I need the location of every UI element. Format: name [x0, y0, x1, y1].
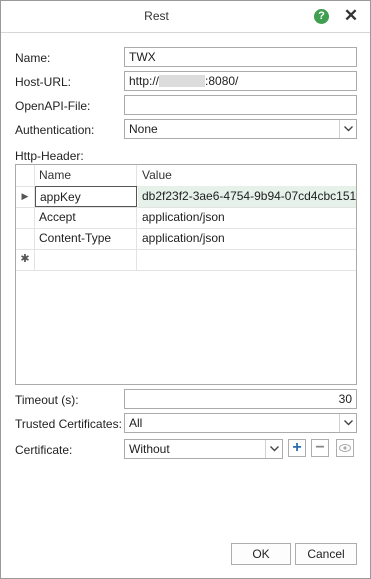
header-value-cell[interactable]: application/json	[138, 228, 356, 249]
trusted-certificates-label: Trusted Certificates:	[15, 417, 122, 431]
authentication-select[interactable]: None	[124, 119, 357, 139]
trusted-certificates-value: All	[129, 416, 143, 430]
column-header-name[interactable]: Name	[35, 165, 137, 186]
close-icon[interactable]: ✕	[341, 6, 361, 26]
cancel-button[interactable]: Cancel	[295, 543, 357, 565]
table-row[interactable]: Content-Type application/json	[16, 228, 356, 250]
timeout-input[interactable]: 30	[124, 389, 357, 409]
asterisk-icon: ✱	[16, 249, 35, 270]
plus-icon[interactable]: +	[288, 439, 306, 457]
new-name-cell[interactable]	[35, 249, 137, 270]
chevron-down-icon[interactable]	[339, 414, 356, 432]
http-header-grid[interactable]: Name Value ▶ appKey db2f23f2-3ae6-4754-9…	[15, 164, 357, 385]
header-name-cell[interactable]: Accept	[35, 207, 137, 228]
ok-button[interactable]: OK	[231, 543, 291, 565]
certificate-value: Without	[129, 442, 170, 456]
header-name-cell[interactable]: Content-Type	[35, 228, 137, 249]
header-value-cell[interactable]: application/json	[138, 207, 356, 228]
timeout-label: Timeout (s):	[15, 393, 79, 407]
host-url-input[interactable]: http:// :8080/	[124, 71, 357, 91]
name-label: Name:	[15, 51, 51, 65]
row-pointer-icon: ▶	[16, 186, 35, 207]
openapi-file-input[interactable]	[124, 95, 357, 115]
trusted-certificates-select[interactable]: All	[124, 413, 357, 433]
row-header-corner	[16, 165, 35, 186]
minus-icon[interactable]: −	[311, 439, 329, 457]
http-header-label: Http-Header:	[15, 149, 84, 163]
chevron-down-icon[interactable]	[339, 120, 356, 138]
timeout-value: 30	[338, 392, 352, 406]
openapi-file-label: OpenAPI-File:	[15, 99, 91, 113]
row-header	[16, 207, 35, 228]
authentication-label: Authentication:	[15, 123, 95, 137]
row-header	[16, 228, 35, 249]
new-row[interactable]: ✱	[16, 249, 356, 271]
chevron-down-icon[interactable]	[265, 440, 282, 458]
rest-dialog: Rest ? ✕ Name: TWX Host-URL: http:// :808…	[0, 0, 371, 579]
authentication-value: None	[129, 122, 158, 136]
name-value: TWX	[129, 50, 156, 64]
table-row[interactable]: Accept application/json	[16, 207, 356, 229]
certificate-select[interactable]: Without	[124, 439, 283, 459]
host-url-label: Host-URL:	[15, 75, 72, 89]
host-url-prefix: http://	[129, 74, 160, 88]
column-header-value[interactable]: Value	[138, 165, 356, 186]
name-input[interactable]: TWX	[124, 47, 357, 67]
new-value-cell[interactable]	[138, 249, 356, 270]
grid-header-row: Name Value	[16, 165, 356, 187]
dialog-title: Rest	[144, 9, 169, 23]
header-value-cell[interactable]: db2f23f2-3ae6-4754-9b94-07cd4cbc1511	[138, 186, 356, 207]
header-name-cell[interactable]: appKey	[35, 186, 137, 207]
certificate-label: Certificate:	[15, 443, 73, 457]
redacted-host	[159, 75, 206, 87]
eye-icon[interactable]	[336, 439, 354, 457]
host-url-suffix: :8080/	[205, 74, 239, 88]
title-bar: Rest ? ✕	[1, 1, 370, 33]
table-row[interactable]: ▶ appKey db2f23f2-3ae6-4754-9b94-07cd4cb…	[16, 186, 356, 208]
help-icon[interactable]: ?	[314, 9, 329, 24]
